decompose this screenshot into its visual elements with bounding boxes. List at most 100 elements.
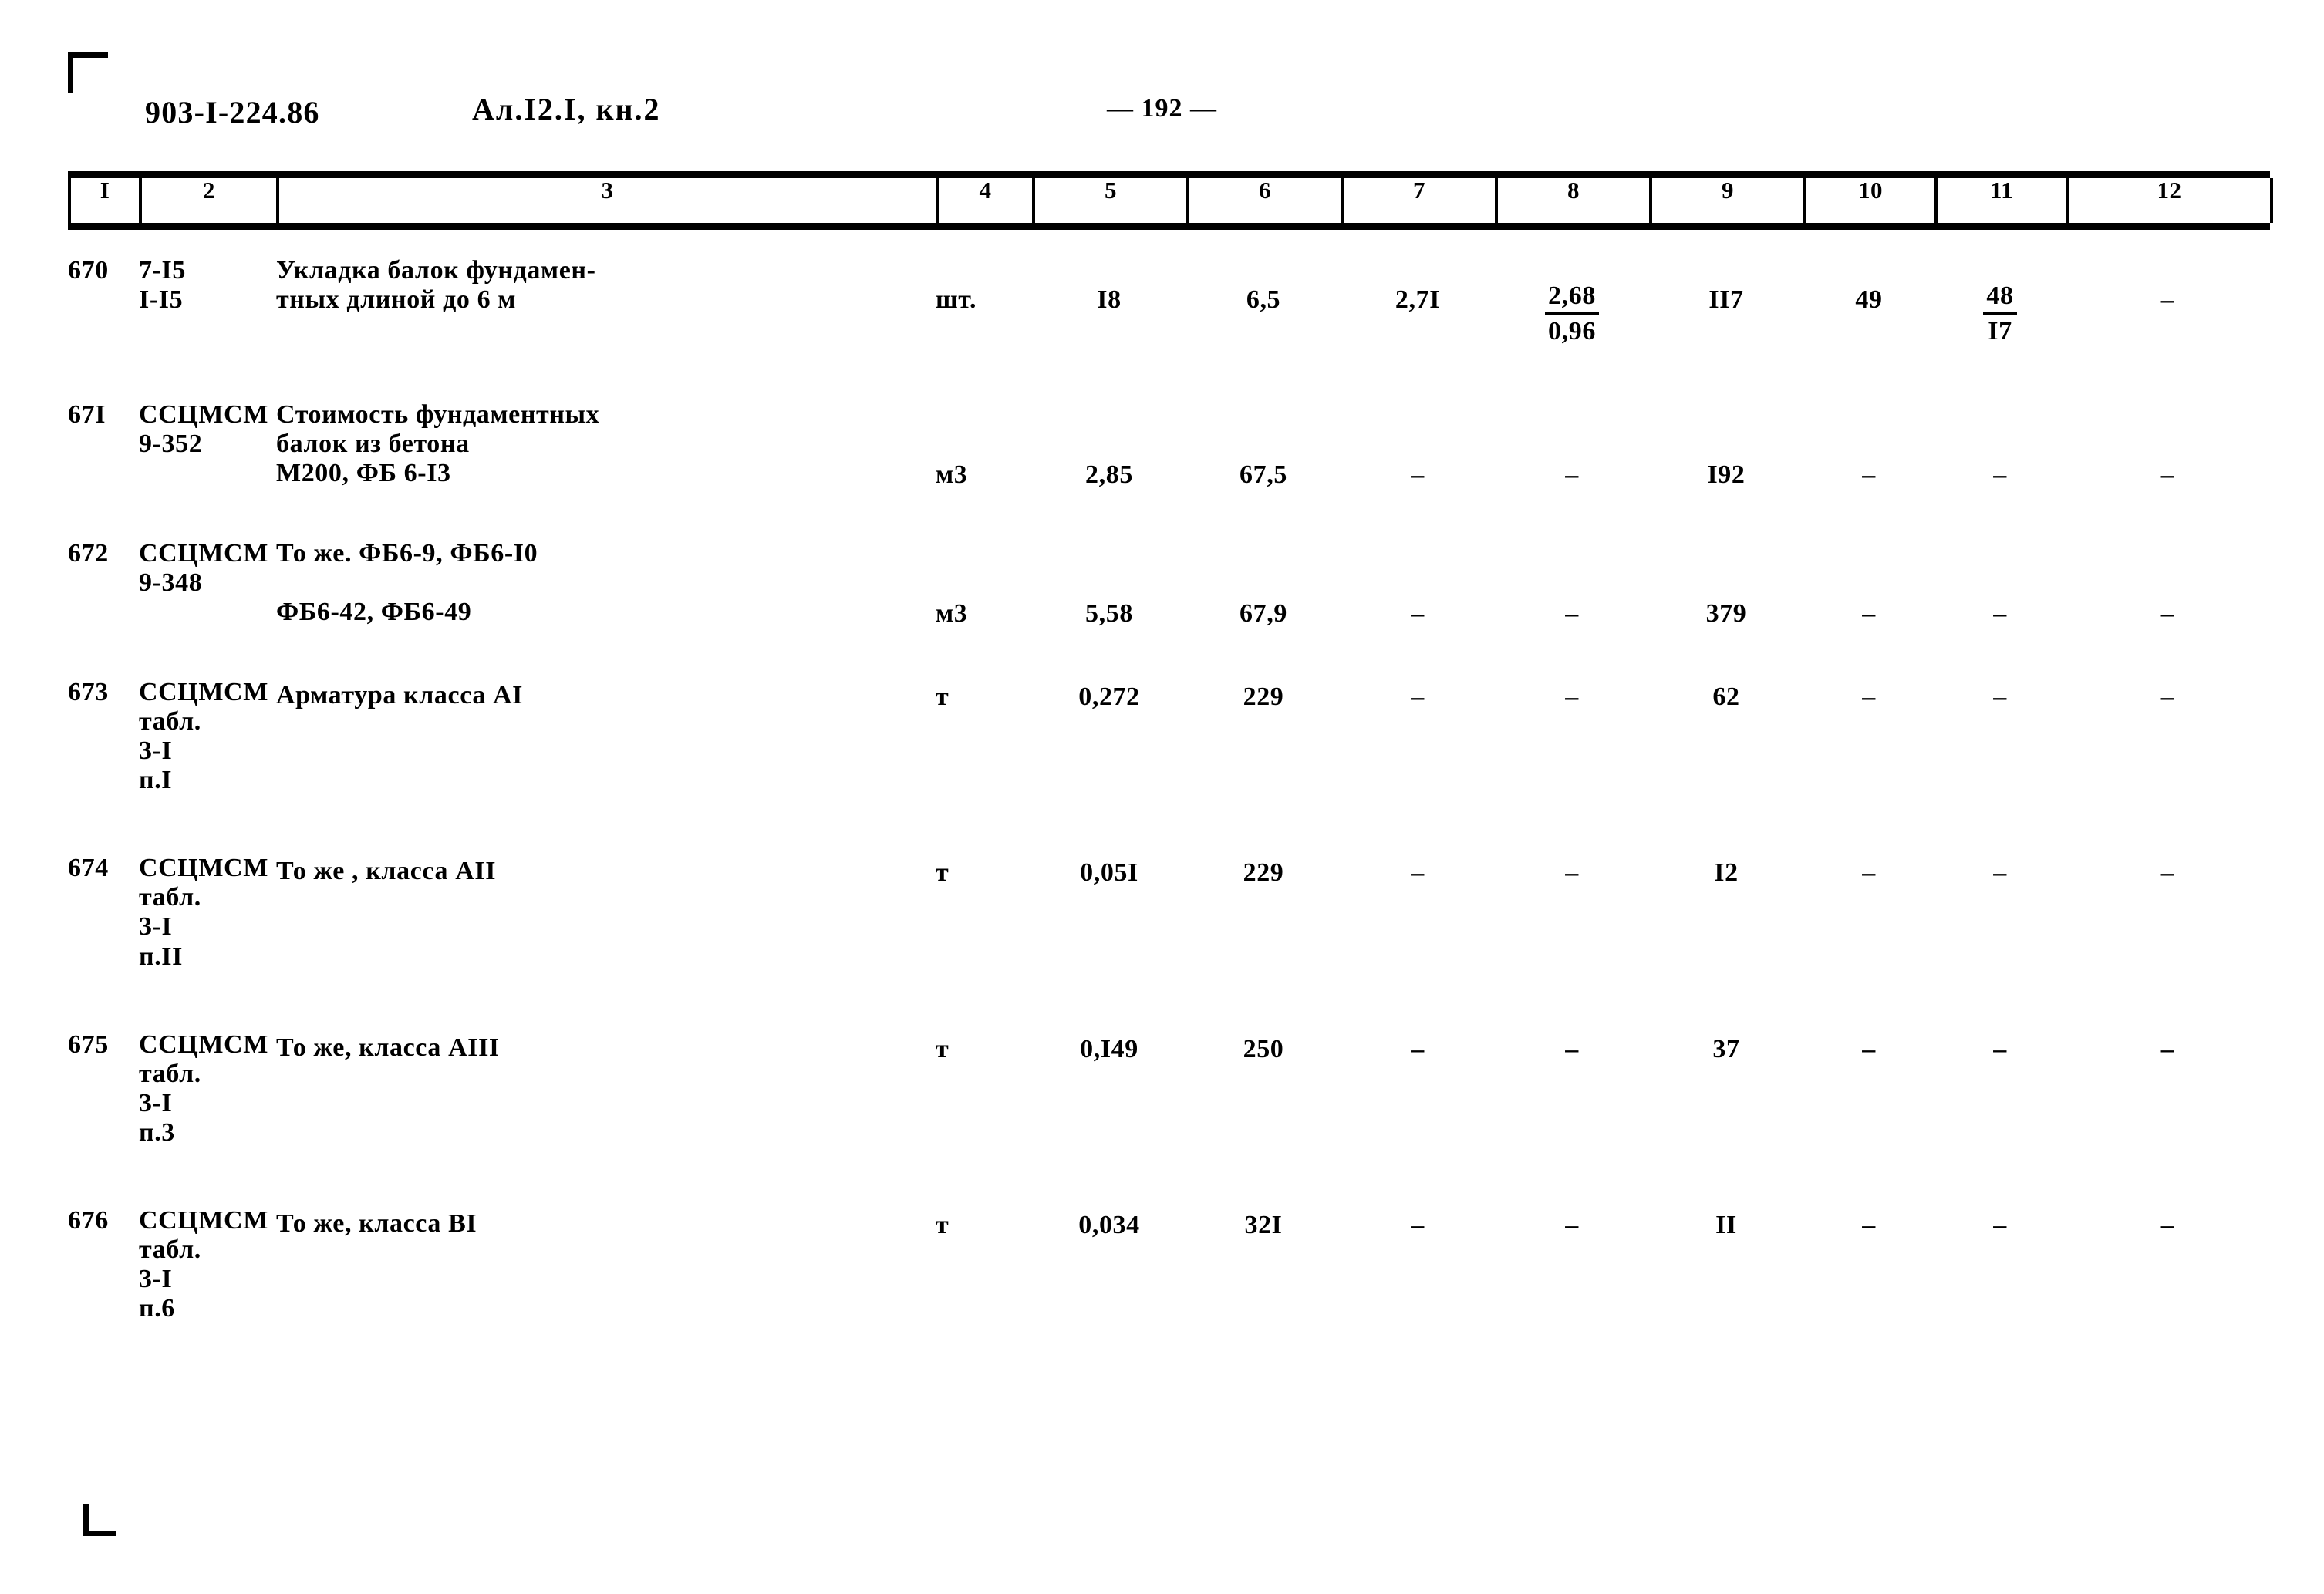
row-gap bbox=[68, 795, 2270, 854]
row-value-11: – bbox=[1993, 1210, 2007, 1239]
row-value-10: – bbox=[1862, 1210, 1876, 1239]
table-top-rule bbox=[68, 171, 2270, 178]
row-value-10: – bbox=[1862, 460, 1876, 489]
row-value-6: 67,9 bbox=[1240, 598, 1287, 628]
row-value-6: 250 bbox=[1243, 1034, 1284, 1063]
row-description: Укладка балок фундамен- тных длиной до 6… bbox=[276, 256, 596, 315]
table-row: 673 ССЦМСМ табл. 3-I п.I Арматура класса… bbox=[68, 678, 2270, 795]
row-number: 672 bbox=[68, 538, 109, 568]
row-value-11: – bbox=[1993, 460, 2007, 489]
row-norm-code: ССЦМСМ табл. 3-I п.6 bbox=[139, 1205, 268, 1323]
row-value-11: – bbox=[1993, 1034, 2007, 1063]
row-gap bbox=[68, 346, 2270, 400]
document-header: 903-I-224.86 Ал.I2.I, кн.2 — 192 — bbox=[0, 92, 2324, 142]
table-row: 675 ССЦМСМ табл. 3-I п.3 То же, класса А… bbox=[68, 1030, 2270, 1147]
row-value-8: – bbox=[1565, 598, 1579, 628]
row-number: 676 bbox=[68, 1205, 109, 1235]
table-row: 674 ССЦМСМ табл. 3-I п.II То же , класса… bbox=[68, 854, 2270, 971]
fraction-value-11: 48 I7 bbox=[1983, 281, 2017, 345]
row-value-5: I8 bbox=[1097, 285, 1122, 314]
row-norm-code: ССЦМСМ табл. 3-I п.I bbox=[139, 677, 268, 795]
row-unit: т bbox=[936, 1034, 950, 1063]
column-header-6: 6 bbox=[1186, 178, 1344, 223]
row-unit: м3 bbox=[936, 460, 968, 489]
row-value-9: 379 bbox=[1705, 598, 1747, 628]
estimate-table-wrapper: I 2 3 4 5 6 7 8 9 10 11 12 670 7-I5 I-I5… bbox=[68, 171, 2273, 1323]
column-header-10: 10 bbox=[1803, 178, 1938, 223]
column-header-9: 9 bbox=[1649, 178, 1806, 223]
row-gap bbox=[68, 629, 2270, 678]
row-value-5: 0,034 bbox=[1078, 1210, 1140, 1239]
row-value-12: – bbox=[2160, 285, 2175, 314]
column-header-3: 3 bbox=[276, 178, 939, 223]
table-header-bottom-rule bbox=[68, 223, 2270, 230]
table-row: 670 7-I5 I-I5 Укладка балок фундамен- тн… bbox=[68, 256, 2270, 346]
row-norm-code: ССЦМСМ табл. 3-I п.II bbox=[139, 854, 268, 971]
row-value-5: 0,272 bbox=[1078, 682, 1140, 711]
row-description: То же , класса АII bbox=[276, 857, 497, 886]
row-value-10: – bbox=[1862, 858, 1876, 888]
row-value-11: – bbox=[1993, 682, 2007, 711]
row-value-7: – bbox=[1411, 460, 1425, 489]
row-value-7: 2,7I bbox=[1395, 285, 1441, 314]
column-number-row: I 2 3 4 5 6 7 8 9 10 11 12 bbox=[68, 178, 2273, 223]
column-header-5: 5 bbox=[1032, 178, 1189, 223]
column-header-12: 12 bbox=[2066, 178, 2273, 223]
row-norm-code: ССЦМСМ 9-352 bbox=[139, 399, 268, 458]
row-number: 670 bbox=[68, 256, 109, 285]
row-number: 673 bbox=[68, 677, 109, 706]
row-value-7: – bbox=[1411, 1210, 1425, 1239]
row-gap bbox=[68, 230, 2270, 256]
column-header-7: 7 bbox=[1341, 178, 1498, 223]
row-value-6: 229 bbox=[1243, 858, 1284, 888]
row-value-7: – bbox=[1411, 858, 1425, 888]
row-value-5: 0,I49 bbox=[1080, 1034, 1138, 1063]
row-value-6: 229 bbox=[1243, 682, 1284, 711]
row-description: Арматура класса АI bbox=[276, 680, 524, 709]
row-value-7: – bbox=[1411, 598, 1425, 628]
row-number: 675 bbox=[68, 1030, 109, 1059]
row-value-7: – bbox=[1411, 682, 1425, 711]
row-description: То же, класса ВI bbox=[276, 1208, 477, 1238]
row-value-8: – bbox=[1565, 682, 1579, 711]
row-value-8: – bbox=[1565, 460, 1579, 489]
row-description: То же, класса АIII bbox=[276, 1033, 500, 1062]
row-norm-code: ССЦМСМ табл. 3-I п.3 bbox=[139, 1030, 268, 1147]
row-value-10: 49 bbox=[1855, 285, 1883, 314]
row-description: То же. ФБ6-9, ФБ6-I0 ФБ6-42, ФБ6-49 bbox=[276, 538, 538, 627]
estimate-table: I 2 3 4 5 6 7 8 9 10 11 12 bbox=[68, 178, 2273, 223]
row-number: 67I bbox=[68, 399, 106, 429]
row-value-6: 6,5 bbox=[1246, 285, 1281, 314]
fraction-denominator: 0,96 bbox=[1548, 316, 1596, 345]
row-description: Стоимость фундаментных балок из бетона М… bbox=[276, 399, 600, 487]
row-value-9: II bbox=[1715, 1210, 1737, 1239]
row-value-10: – bbox=[1862, 598, 1876, 628]
row-value-5: 5,58 bbox=[1085, 598, 1133, 628]
document-album-book: Ал.I2.I, кн.2 bbox=[472, 92, 661, 126]
row-gap bbox=[68, 1147, 2270, 1206]
row-value-9: II7 bbox=[1708, 285, 1744, 314]
row-unit: шт. bbox=[936, 285, 977, 314]
row-unit: т bbox=[936, 682, 950, 711]
row-value-6: 32I bbox=[1244, 1210, 1283, 1239]
row-value-12: – bbox=[2160, 460, 2175, 489]
table-row: 672 ССЦМСМ 9-348 То же. ФБ6-9, ФБ6-I0 ФБ… bbox=[68, 539, 2270, 629]
row-norm-code: ССЦМСМ 9-348 bbox=[139, 538, 268, 597]
row-unit: м3 bbox=[936, 598, 968, 628]
row-value-5: 0,05I bbox=[1080, 858, 1138, 888]
column-header-2: 2 bbox=[139, 178, 279, 223]
crop-mark-bottom-left bbox=[83, 1496, 123, 1536]
row-value-6: 67,5 bbox=[1240, 460, 1287, 489]
fraction-numerator: 2,68 bbox=[1545, 281, 1599, 315]
row-value-8: – bbox=[1565, 858, 1579, 888]
row-gap bbox=[68, 972, 2270, 1030]
row-unit: т bbox=[936, 1210, 950, 1239]
row-value-7: – bbox=[1411, 1034, 1425, 1063]
row-value-12: – bbox=[2160, 598, 2175, 628]
document-code: 903-I-224.86 bbox=[145, 95, 320, 130]
fraction-value-8: 2,68 0,96 bbox=[1545, 281, 1599, 345]
column-header-11: 11 bbox=[1934, 178, 2069, 223]
row-value-12: – bbox=[2160, 682, 2175, 711]
row-value-9: I92 bbox=[1707, 460, 1746, 489]
row-norm-code: 7-I5 I-I5 bbox=[139, 256, 186, 315]
